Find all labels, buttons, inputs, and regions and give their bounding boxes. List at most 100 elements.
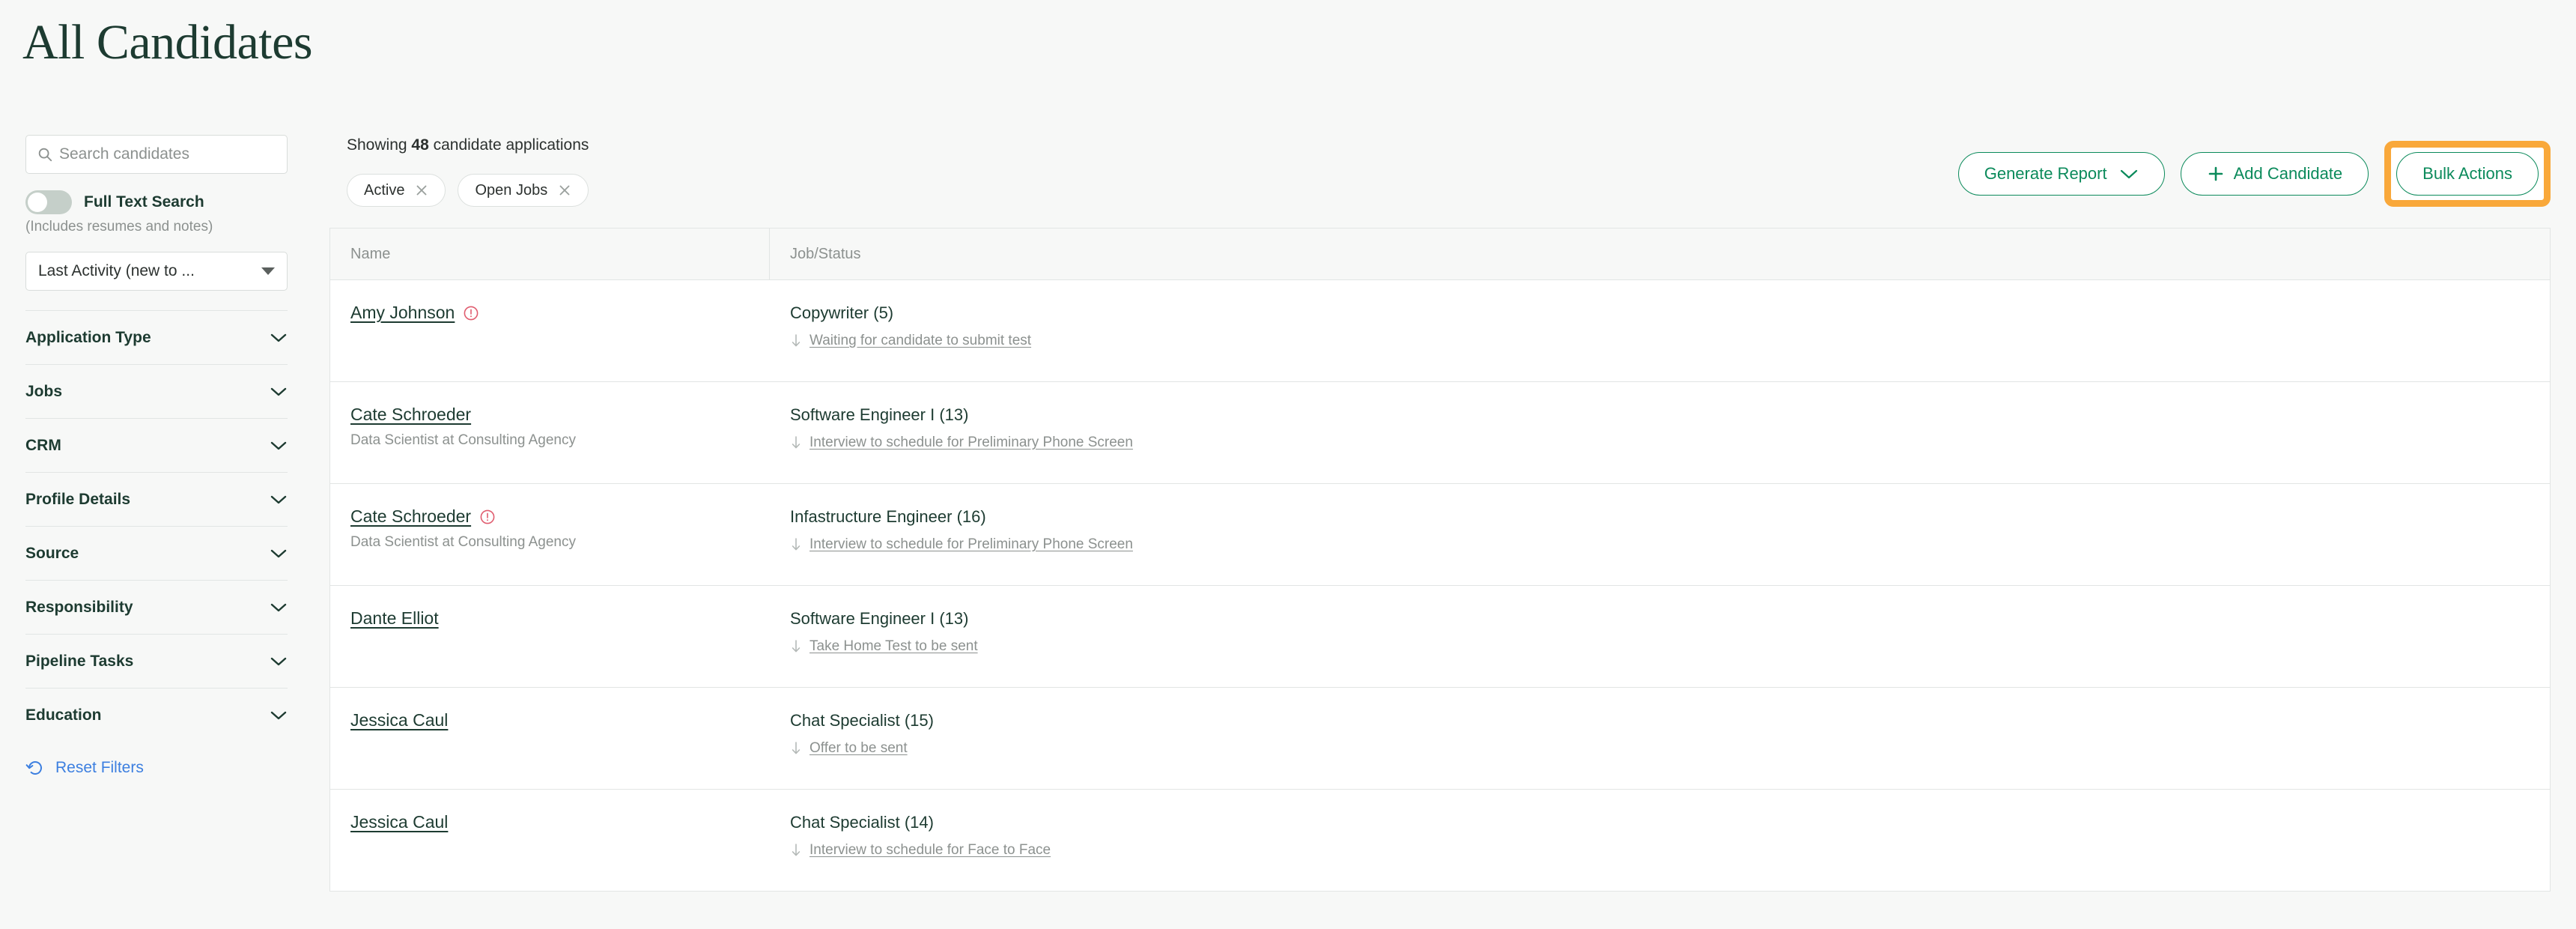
showing-prefix: Showing bbox=[347, 136, 411, 154]
column-header-job-status: Job/Status bbox=[770, 229, 2550, 279]
candidate-name-line: Jessica Caul bbox=[350, 710, 750, 730]
filter-chip-active[interactable]: Active bbox=[347, 174, 446, 207]
filter-section-profile-details[interactable]: Profile Details bbox=[25, 472, 288, 526]
job-title: Chat Specialist (14) bbox=[790, 812, 2530, 833]
table-row[interactable]: Cate Schroeder Data Scientist at Consult… bbox=[330, 484, 2550, 586]
toolbar: Generate Report Add Candidate Bulk Actio… bbox=[1958, 141, 2551, 207]
add-candidate-button[interactable]: Add Candidate bbox=[2181, 152, 2369, 196]
reset-filters-label: Reset Filters bbox=[55, 759, 144, 777]
chevron-down-icon bbox=[270, 602, 288, 613]
cell-name: Jessica Caul bbox=[330, 688, 770, 789]
table-row[interactable]: Dante Elliot Software Engineer I (13) Ta… bbox=[330, 586, 2550, 688]
candidate-name-line: Amy Johnson bbox=[350, 303, 750, 323]
candidate-name-line: Cate Schroeder bbox=[350, 405, 750, 425]
arrow-down-icon bbox=[790, 843, 802, 858]
search-icon bbox=[37, 146, 53, 163]
column-header-name: Name bbox=[330, 229, 770, 279]
filter-section-application-type[interactable]: Application Type bbox=[25, 310, 288, 364]
candidate-name-line: Dante Elliot bbox=[350, 608, 750, 629]
candidate-name-link[interactable]: Cate Schroeder bbox=[350, 405, 471, 425]
job-title: Chat Specialist (15) bbox=[790, 710, 2530, 731]
chevron-down-icon bbox=[270, 494, 288, 505]
table-row[interactable]: Cate Schroeder Data Scientist at Consult… bbox=[330, 382, 2550, 484]
status-link[interactable]: Take Home Test to be sent bbox=[809, 638, 978, 655]
chevron-down-icon bbox=[270, 656, 288, 667]
add-candidate-label: Add Candidate bbox=[2234, 164, 2343, 184]
status-link[interactable]: Waiting for candidate to submit test bbox=[809, 333, 1031, 349]
status-link[interactable]: Interview to schedule for Face to Face bbox=[809, 842, 1051, 859]
cell-job-status: Infastructure Engineer (16) Interview to… bbox=[770, 484, 2550, 585]
status-line: Interview to schedule for Face to Face bbox=[790, 842, 2530, 859]
cell-job-status: Chat Specialist (14) Interview to schedu… bbox=[770, 790, 2550, 891]
arrow-down-icon bbox=[790, 639, 802, 654]
filter-section-label: Profile Details bbox=[25, 491, 130, 509]
filter-section-source[interactable]: Source bbox=[25, 526, 288, 580]
candidate-name-link[interactable]: Dante Elliot bbox=[350, 608, 439, 629]
generate-report-button[interactable]: Generate Report bbox=[1958, 152, 2165, 196]
filter-section-jobs[interactable]: Jobs bbox=[25, 364, 288, 418]
filter-section-label: Jobs bbox=[25, 383, 62, 401]
table-row[interactable]: Amy Johnson Copywriter (5) bbox=[330, 280, 2550, 382]
close-icon[interactable] bbox=[558, 184, 571, 197]
cell-job-status: Chat Specialist (15) Offer to be sent bbox=[770, 688, 2550, 789]
warning-icon bbox=[479, 509, 496, 525]
status-link[interactable]: Interview to schedule for Preliminary Ph… bbox=[809, 435, 1133, 451]
cell-name: Cate Schroeder Data Scientist at Consult… bbox=[330, 382, 770, 483]
candidate-subtitle: Data Scientist at Consulting Agency bbox=[350, 432, 750, 449]
filter-section-label: Education bbox=[25, 706, 102, 724]
reset-filters-button[interactable]: Reset Filters bbox=[25, 758, 288, 778]
arrow-down-icon bbox=[790, 537, 802, 552]
full-text-search-label: Full Text Search bbox=[84, 193, 204, 211]
filter-section-label: Pipeline Tasks bbox=[25, 653, 133, 671]
chevron-down-icon bbox=[270, 333, 288, 343]
search-input[interactable] bbox=[59, 145, 276, 163]
filter-sections: Application Type Jobs CRM Profile Detail… bbox=[25, 310, 288, 742]
filter-section-education[interactable]: Education bbox=[25, 688, 288, 742]
candidate-name-link[interactable]: Jessica Caul bbox=[350, 710, 448, 730]
full-text-search-row[interactable]: Full Text Search bbox=[25, 190, 288, 214]
chip-label: Active bbox=[364, 182, 404, 199]
arrow-down-icon bbox=[790, 435, 802, 450]
candidate-name-link[interactable]: Cate Schroeder bbox=[350, 506, 471, 527]
job-title: Software Engineer I (13) bbox=[790, 405, 2530, 426]
sort-select[interactable]: Last Activity (new to ... bbox=[25, 252, 288, 291]
filter-section-label: Application Type bbox=[25, 329, 151, 347]
candidates-table: Name Job/Status Amy Johnson bbox=[329, 228, 2551, 892]
chip-label: Open Jobs bbox=[475, 182, 547, 199]
chevron-down-icon bbox=[270, 441, 288, 451]
showing-suffix: candidate applications bbox=[429, 136, 589, 154]
close-icon[interactable] bbox=[415, 184, 428, 197]
cell-name: Dante Elliot bbox=[330, 586, 770, 687]
warning-icon bbox=[463, 305, 479, 321]
cell-name: Cate Schroeder Data Scientist at Consult… bbox=[330, 484, 770, 585]
chevron-down-icon bbox=[270, 387, 288, 397]
showing-count: 48 bbox=[411, 136, 428, 154]
status-link[interactable]: Offer to be sent bbox=[809, 740, 908, 757]
bulk-actions-label: Bulk Actions bbox=[2422, 164, 2512, 184]
cell-name: Jessica Caul bbox=[330, 790, 770, 891]
search-candidates-box[interactable] bbox=[25, 135, 288, 174]
status-line: Waiting for candidate to submit test bbox=[790, 333, 2530, 349]
sort-select-value: Last Activity (new to ... bbox=[38, 262, 195, 280]
page-title: All Candidates bbox=[22, 13, 312, 72]
filters-sidebar: Full Text Search (Includes resumes and n… bbox=[0, 135, 315, 778]
filter-section-pipeline-tasks[interactable]: Pipeline Tasks bbox=[25, 634, 288, 688]
job-title: Software Engineer I (13) bbox=[790, 608, 2530, 629]
full-text-search-toggle[interactable] bbox=[25, 190, 72, 214]
rotate-ccw-icon bbox=[25, 758, 45, 778]
filter-chip-open-jobs[interactable]: Open Jobs bbox=[458, 174, 589, 207]
cell-job-status: Software Engineer I (13) Take Home Test … bbox=[770, 586, 2550, 687]
toggle-knob bbox=[28, 193, 47, 212]
filter-section-responsibility[interactable]: Responsibility bbox=[25, 580, 288, 634]
candidate-name-link[interactable]: Jessica Caul bbox=[350, 812, 448, 832]
bulk-actions-button[interactable]: Bulk Actions bbox=[2396, 152, 2539, 196]
job-title: Copywriter (5) bbox=[790, 303, 2530, 324]
status-line: Interview to schedule for Preliminary Ph… bbox=[790, 536, 2530, 553]
cell-job-status: Copywriter (5) Waiting for candidate to … bbox=[770, 280, 2550, 381]
candidate-name-link[interactable]: Amy Johnson bbox=[350, 303, 455, 323]
status-link[interactable]: Interview to schedule for Preliminary Ph… bbox=[809, 536, 1133, 553]
table-row[interactable]: Jessica Caul Chat Specialist (14) Interv… bbox=[330, 790, 2550, 892]
filter-section-crm[interactable]: CRM bbox=[25, 418, 288, 472]
table-row[interactable]: Jessica Caul Chat Specialist (15) Offer … bbox=[330, 688, 2550, 790]
chevron-down-icon bbox=[2119, 169, 2139, 180]
